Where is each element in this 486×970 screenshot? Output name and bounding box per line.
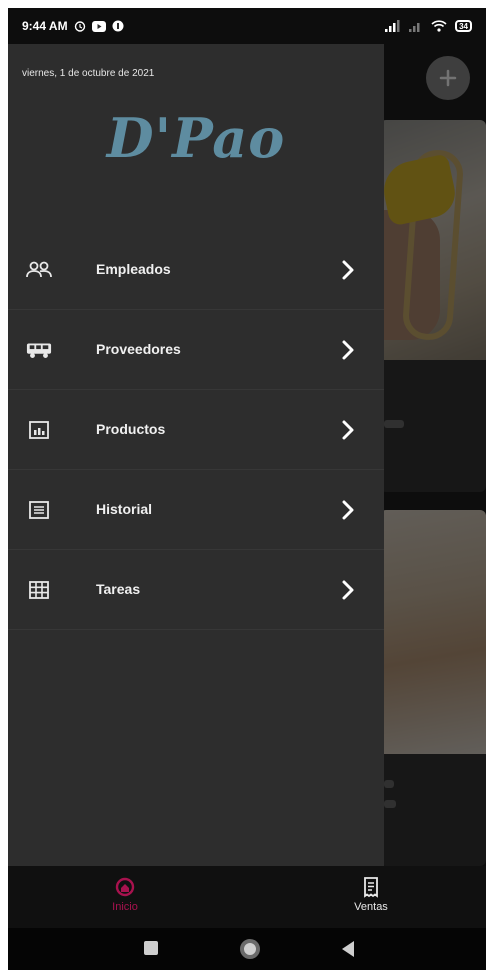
bottom-navigation: Inicio Ventas xyxy=(8,866,486,928)
home-icon xyxy=(115,877,135,897)
navigation-drawer: viernes, 1 de octubre de 2021 D'Pao Empl… xyxy=(8,44,384,866)
nav-label: Inicio xyxy=(112,901,138,913)
menu-item-label: Empleados xyxy=(96,261,171,277)
brand-logo: D'Pao xyxy=(106,106,286,170)
drawer-menu: Empleados Proveedores Productos Historia… xyxy=(8,230,384,630)
recents-button[interactable] xyxy=(144,941,158,955)
current-date: viernes, 1 de octubre de 2021 xyxy=(22,68,155,79)
back-button[interactable] xyxy=(342,941,354,957)
menu-item-label: Historial xyxy=(96,501,153,517)
grid-icon xyxy=(26,578,52,602)
menu-item-empleados[interactable]: Empleados xyxy=(8,230,384,310)
signal-icon xyxy=(385,20,400,32)
menu-item-proveedores[interactable]: Proveedores xyxy=(8,310,384,390)
youtube-icon xyxy=(91,20,106,32)
menu-item-tareas[interactable]: Tareas xyxy=(8,550,384,630)
chevron-right-icon xyxy=(342,340,354,360)
wifi-icon xyxy=(431,20,447,32)
truck-icon xyxy=(26,338,52,362)
chevron-right-icon xyxy=(342,580,354,600)
phone-screen: 9:44 AM 34 viernes, 1 de octubre de 2021… xyxy=(8,8,486,970)
signal-2-icon xyxy=(409,23,420,32)
chevron-right-icon xyxy=(342,500,354,520)
status-time: 9:44 AM xyxy=(22,19,68,33)
chevron-right-icon xyxy=(342,260,354,280)
chevron-right-icon xyxy=(342,420,354,440)
battery-level: 34 xyxy=(459,21,468,31)
system-navigation-bar xyxy=(8,928,486,970)
receipt-icon xyxy=(364,877,378,898)
drawer-header: viernes, 1 de octubre de 2021 D'Pao xyxy=(8,44,384,234)
chart-box-icon xyxy=(26,418,52,442)
battery-icon: 34 xyxy=(455,20,472,32)
status-bar: 9:44 AM 34 xyxy=(8,8,486,44)
menu-item-label: Proveedores xyxy=(96,341,181,357)
menu-item-label: Productos xyxy=(96,421,166,437)
nav-item-ventas[interactable]: Ventas xyxy=(326,876,416,913)
menu-item-productos[interactable]: Productos xyxy=(8,390,384,470)
menu-item-label: Tareas xyxy=(96,581,141,597)
nav-item-inicio[interactable]: Inicio xyxy=(80,876,170,913)
home-button[interactable] xyxy=(240,939,260,959)
nav-label: Ventas xyxy=(354,901,388,913)
notification-icon xyxy=(112,20,124,32)
document-list-icon xyxy=(26,498,52,522)
people-icon xyxy=(26,258,52,282)
menu-item-historial[interactable]: Historial xyxy=(8,470,384,550)
alarm-icon xyxy=(74,21,85,32)
